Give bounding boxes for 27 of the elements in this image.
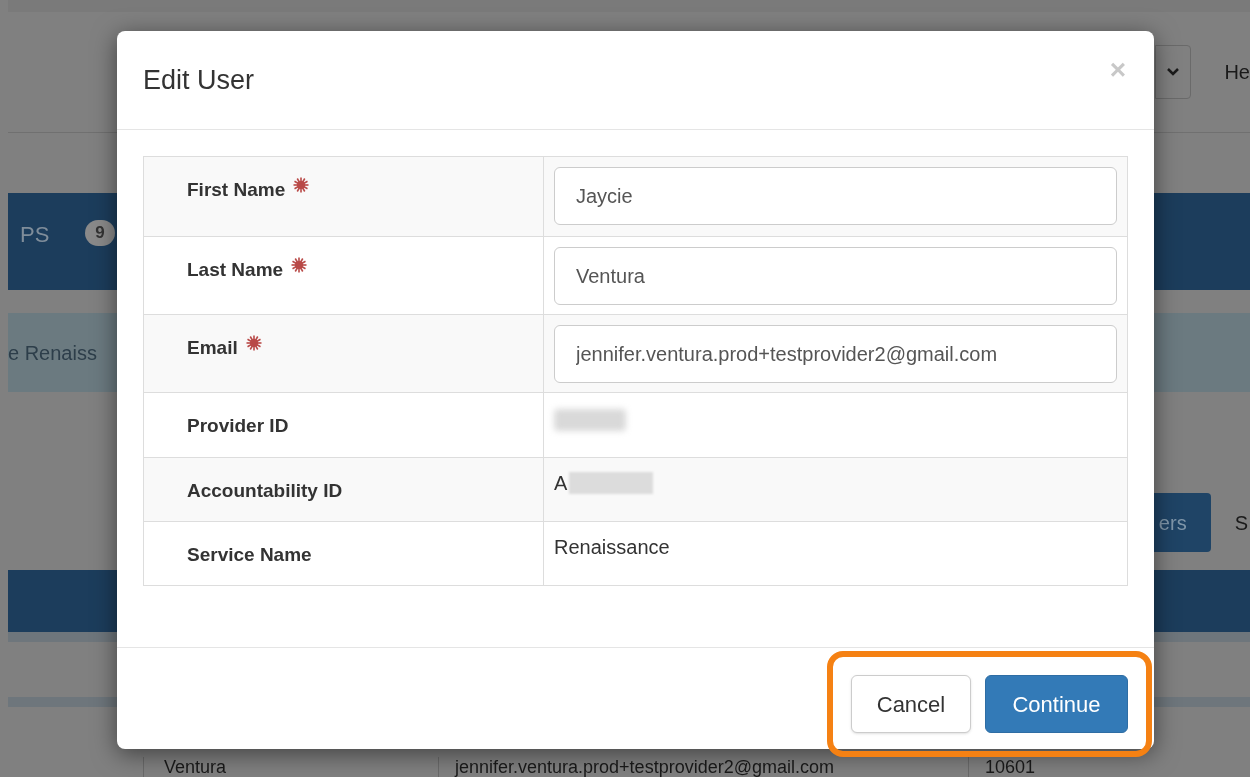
required-icon [291, 257, 308, 273]
field-label: Service Name [187, 543, 312, 567]
field-label: Email [187, 336, 238, 360]
required-icon [293, 177, 310, 193]
chevron-down-icon [1167, 68, 1180, 76]
tab-label: PS [20, 221, 50, 249]
value-text: A [554, 471, 568, 496]
value-text: Renaissance [554, 536, 670, 558]
field-label: Last Name [187, 258, 284, 282]
input-field[interactable]: Ventura [554, 247, 1117, 305]
dialog-title: Edit User [143, 63, 255, 97]
table-cell: jennifer.ventura.prod+testprovider2@gmail.com [438, 757, 968, 777]
input-field[interactable]: jennifer.ventura.prod+testprovider2@gmail.com [554, 325, 1117, 383]
required-icon [245, 335, 262, 351]
cancel-button[interactable]: Cancel [851, 675, 971, 733]
table-cell: 10601 [968, 757, 1052, 777]
field-label: First Name [187, 178, 286, 202]
banner-text: e Renaiss [8, 340, 97, 366]
count-badge: 9 [85, 220, 115, 246]
continue-button[interactable]: Continue [985, 675, 1128, 733]
field-label: Provider ID [187, 414, 289, 438]
header-text: He [1224, 60, 1250, 85]
side-text: S [1234, 510, 1248, 536]
redacted-value [554, 409, 626, 431]
input-field[interactable]: Jaycie [554, 167, 1117, 225]
field-label: Accountability ID [187, 479, 343, 503]
table-cell: Ventura [143, 757, 438, 777]
